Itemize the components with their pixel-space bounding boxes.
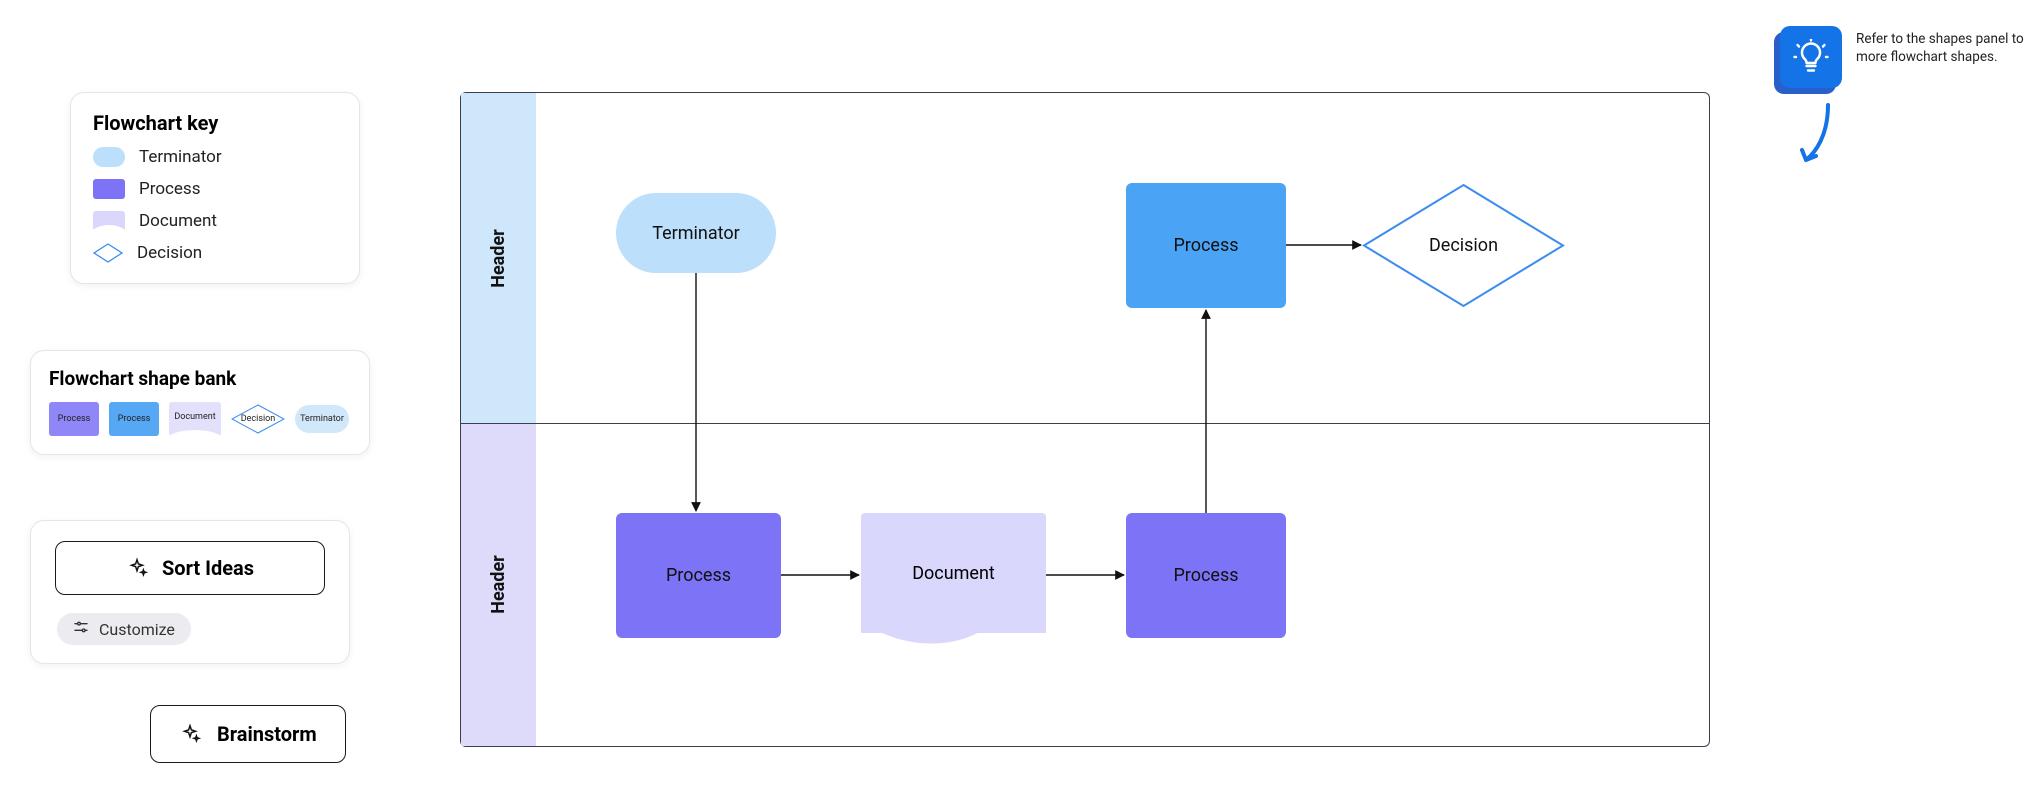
lane-header-label: Header	[488, 229, 509, 288]
bank-shape-terminator[interactable]: Terminator	[295, 405, 349, 433]
lane-header-label: Header	[488, 555, 509, 614]
sliders-icon	[73, 619, 89, 639]
key-label: Terminator	[139, 147, 222, 167]
node-document[interactable]: Document	[861, 513, 1046, 633]
bank-shape-decision[interactable]: Decision	[231, 404, 285, 434]
bank-shape-document[interactable]: Document	[169, 402, 221, 436]
shape-bank-panel: Flowchart shape bank Process Process Doc…	[30, 350, 370, 455]
flowchart-key-title: Flowchart key	[93, 111, 337, 135]
brainstorm-label: Brainstorm	[217, 722, 317, 746]
sort-ideas-button[interactable]: Sort Ideas	[55, 541, 325, 595]
tip-text: Refer to the shapes panel to see more fl…	[1856, 26, 2024, 66]
shape-bank-title: Flowchart shape bank	[49, 367, 351, 390]
key-label: Decision	[137, 243, 202, 263]
sort-ideas-panel: Sort Ideas Customize	[30, 520, 350, 664]
swimlane-diagram[interactable]: Header Header Terminator Process Decisio…	[460, 92, 1710, 747]
key-row-document: Document	[93, 211, 337, 231]
key-label: Process	[139, 179, 200, 199]
key-row-process: Process	[93, 179, 337, 199]
terminator-swatch-icon	[93, 147, 125, 167]
tip-callout: Refer to the shapes panel to see more fl…	[1780, 26, 2024, 88]
customize-button[interactable]: Customize	[57, 613, 191, 645]
decision-swatch-icon	[93, 243, 123, 263]
node-terminator[interactable]: Terminator	[616, 193, 776, 273]
flowchart-key-panel: Flowchart key Terminator Process Documen…	[70, 92, 360, 284]
document-swatch-icon	[93, 211, 125, 231]
node-process-top[interactable]: Process	[1126, 183, 1286, 308]
brainstorm-button[interactable]: Brainstorm	[150, 705, 346, 763]
lane-header-bottom[interactable]: Header	[461, 423, 536, 746]
key-row-decision: Decision	[93, 243, 337, 263]
lane-header-top[interactable]: Header	[461, 93, 536, 423]
customize-label: Customize	[99, 620, 175, 639]
sort-ideas-label: Sort Ideas	[162, 556, 254, 580]
lane-divider	[461, 423, 1709, 424]
node-process-bottom-right[interactable]: Process	[1126, 513, 1286, 638]
key-row-terminator: Terminator	[93, 147, 337, 167]
node-process-bottom-left[interactable]: Process	[616, 513, 781, 638]
tip-arrow-icon	[1798, 100, 1838, 170]
process-swatch-icon	[93, 179, 125, 199]
lightbulb-icon	[1780, 26, 1842, 88]
bank-shape-process[interactable]: Process	[109, 402, 159, 436]
lane-header-column: Header Header	[461, 93, 536, 746]
node-decision[interactable]: Decision	[1361, 183, 1566, 308]
key-label: Document	[139, 211, 217, 231]
sparkle-icon	[179, 723, 201, 745]
sparkle-icon	[126, 557, 148, 579]
shape-bank-row: Process Process Document Decision Termin…	[49, 402, 351, 436]
bank-shape-process[interactable]: Process	[49, 402, 99, 436]
